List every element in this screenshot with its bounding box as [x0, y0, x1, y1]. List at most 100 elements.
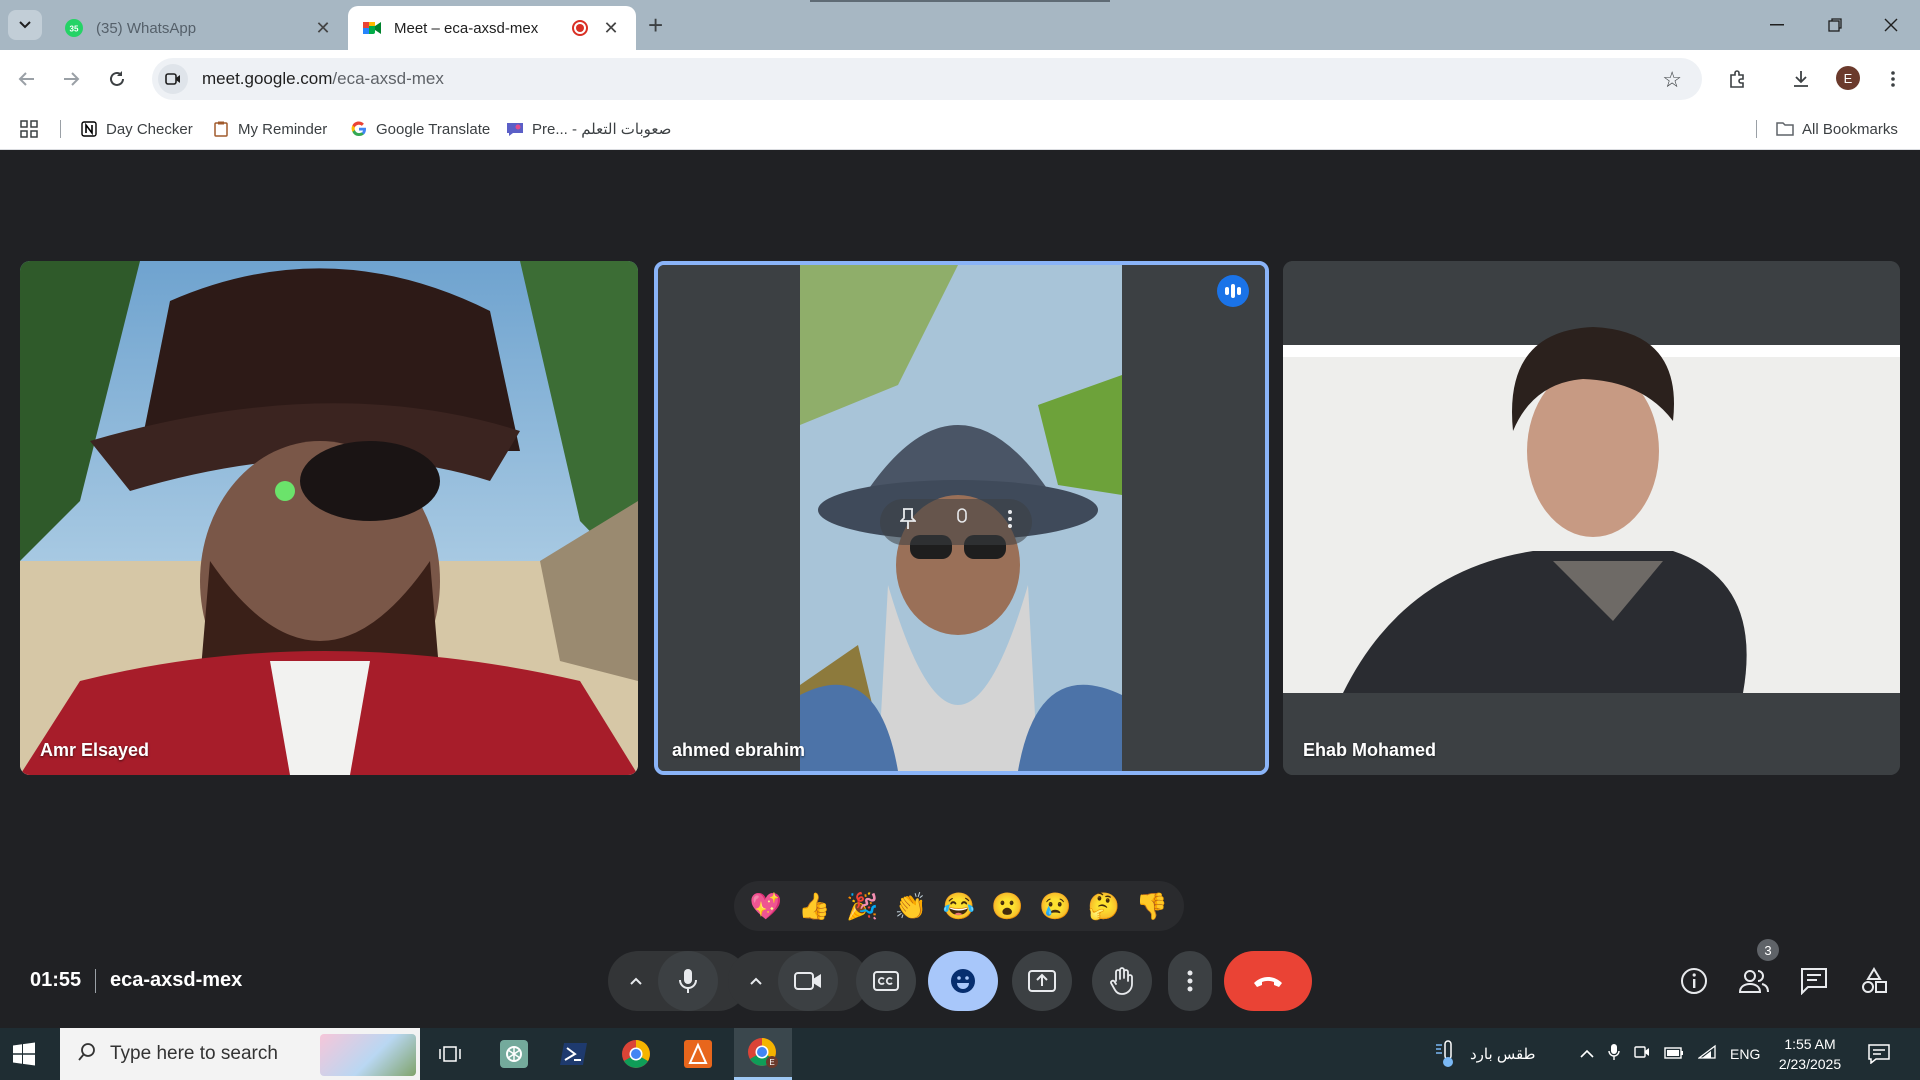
language-indicator[interactable]: ENG [1730, 1046, 1760, 1062]
site-info-icon[interactable] [158, 64, 188, 94]
reactions-button[interactable] [928, 951, 998, 1011]
restore-button[interactable] [1806, 0, 1864, 50]
tabstrip-indicator [810, 0, 1110, 2]
chrome-icon [622, 1040, 650, 1068]
taskbar-app-office[interactable] [670, 1028, 726, 1080]
notification-icon [1868, 1044, 1890, 1064]
reaction-crying[interactable]: 😢 [1033, 884, 1077, 928]
people-button[interactable] [1732, 959, 1776, 1003]
people-icon [1738, 970, 1769, 993]
forward-button[interactable] [56, 64, 86, 94]
participant-name: Amr Elsayed [40, 740, 150, 760]
minimize-button[interactable] [1748, 0, 1806, 50]
all-bookmarks-label: All Bookmarks [1802, 120, 1898, 138]
powershell-icon [560, 1043, 587, 1065]
reaction-sparkling-heart[interactable]: 💖 [744, 884, 788, 928]
captions-button[interactable] [856, 951, 916, 1011]
tab-search-button[interactable] [8, 10, 42, 40]
chat-button[interactable] [1792, 959, 1836, 1003]
tab-meet[interactable]: Meet – eca-axsd-mex ✕ [348, 6, 636, 50]
task-view-button[interactable] [422, 1028, 478, 1080]
more-vert-icon[interactable] [1008, 510, 1013, 534]
more-options-button[interactable] [1168, 951, 1212, 1011]
folder-icon [1776, 120, 1794, 138]
audio-options-button[interactable] [618, 951, 654, 1011]
extensions-icon[interactable] [1722, 64, 1752, 94]
bookmark-google-translate[interactable]: Google Translate [350, 116, 490, 142]
meeting-info-divider [95, 969, 96, 993]
taskbar-app-chatgpt[interactable] [486, 1028, 542, 1080]
mute-participant-icon[interactable] [955, 508, 969, 536]
meeting-code: eca-axsd-mex [110, 969, 243, 991]
bookmark-learning-difficulties[interactable]: Pre... - صعوبات التعلم [506, 116, 671, 142]
svg-text:E: E [769, 1058, 774, 1067]
app-launcher-icon [684, 1040, 712, 1068]
reaction-thinking[interactable]: 🤔 [1082, 884, 1126, 928]
reaction-surprised[interactable]: 😮 [985, 884, 1029, 928]
apps-button[interactable] [20, 116, 38, 142]
close-icon[interactable]: ✕ [312, 18, 334, 39]
reaction-laughing[interactable]: 😂 [937, 884, 981, 928]
chevron-up-icon [630, 977, 642, 985]
microphone-button[interactable] [658, 951, 718, 1011]
pin-icon[interactable] [898, 508, 917, 536]
video-options-button[interactable] [738, 951, 774, 1011]
tab-whatsapp[interactable]: 35 (35) WhatsApp ✕ [50, 6, 348, 50]
taskbar-app-chrome-profile[interactable]: E [734, 1028, 792, 1080]
back-button[interactable] [12, 64, 42, 94]
info-icon [1681, 968, 1707, 994]
search-placeholder: Type here to search [110, 1043, 278, 1064]
participant-tile[interactable]: Amr Elsayed [20, 261, 638, 775]
clock-time: 1:55 AM [1784, 1036, 1836, 1052]
window-close-button[interactable] [1862, 0, 1920, 50]
participant-video [1283, 261, 1900, 775]
clock-date: 2/23/2025 [1778, 1056, 1842, 1072]
address-bar[interactable]: meet.google.com/eca-axsd-mex ☆ [152, 58, 1702, 100]
camera-button[interactable] [778, 951, 838, 1011]
taskbar-app-powershell[interactable] [546, 1028, 602, 1080]
taskbar-app-chrome[interactable] [608, 1028, 664, 1080]
leave-call-button[interactable] [1224, 951, 1312, 1011]
start-button[interactable] [12, 1042, 36, 1071]
reload-icon [110, 71, 124, 86]
reaction-party-popper[interactable]: 🎉 [841, 884, 885, 928]
download-icon[interactable] [1786, 64, 1816, 94]
new-tab-button[interactable]: + [648, 10, 663, 40]
participant-tile-active-speaker[interactable]: ahmed ebrahim [654, 261, 1269, 775]
camera-tray-icon[interactable] [1634, 1044, 1650, 1064]
all-bookmarks-button[interactable]: All Bookmarks [1776, 116, 1898, 142]
reaction-clapping[interactable]: 👏 [889, 884, 933, 928]
bookmarks-bar: Day Checker My Reminder Google Translate… [0, 108, 1920, 150]
bookmark-my-reminder[interactable]: My Reminder [212, 116, 327, 142]
more-vert-icon[interactable] [1878, 64, 1908, 94]
raise-hand-button[interactable] [1092, 951, 1152, 1011]
reaction-thumbs-down[interactable]: 👎 [1130, 884, 1174, 928]
google-meet-icon [362, 18, 382, 38]
reload-button[interactable] [102, 64, 132, 94]
participant-tile[interactable]: Ehab Mohamed [1283, 261, 1900, 775]
task-view-icon [439, 1046, 461, 1062]
call-end-icon [1254, 977, 1282, 987]
activities-button[interactable] [1852, 959, 1896, 1003]
meeting-details-button[interactable] [1672, 959, 1716, 1003]
present-screen-button[interactable] [1012, 951, 1072, 1011]
taskbar-search-box[interactable]: Type here to search [60, 1028, 420, 1080]
weather-widget[interactable]: طقس بارد [1434, 1028, 1536, 1080]
arrow-right-icon [64, 72, 80, 86]
battery-icon[interactable] [1664, 1046, 1684, 1063]
chat-icon [1801, 968, 1827, 995]
chevron-up-icon[interactable] [1580, 1046, 1594, 1063]
close-icon[interactable]: ✕ [600, 18, 622, 39]
star-icon[interactable]: ☆ [1662, 67, 1682, 93]
taskbar-clock[interactable]: 1:55 AM 2/23/2025 [1760, 1034, 1860, 1074]
microphone-icon [679, 969, 697, 993]
arrow-left-icon [18, 72, 34, 86]
recording-icon [572, 20, 588, 36]
bookmark-divider [1756, 120, 1757, 138]
bookmark-day-checker[interactable]: Day Checker [80, 116, 193, 142]
wifi-icon[interactable] [1697, 1044, 1716, 1064]
notifications-button[interactable] [1868, 1028, 1890, 1080]
microphone-icon[interactable] [1608, 1043, 1620, 1065]
reaction-thumbs-up[interactable]: 👍 [792, 884, 836, 928]
profile-avatar[interactable]: E [1836, 66, 1860, 90]
